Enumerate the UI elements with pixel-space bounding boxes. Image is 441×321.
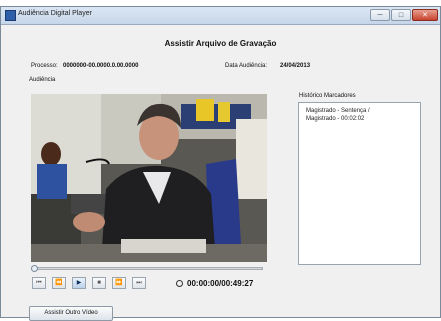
video-scene — [31, 94, 267, 262]
audiencia-label: Audiência — [29, 77, 56, 83]
list-item[interactable]: Magistrado - Sentença / — [306, 108, 370, 114]
play-button[interactable]: ▶ — [72, 277, 86, 289]
seek-thumb[interactable] — [31, 265, 38, 272]
video-frame[interactable] — [31, 94, 267, 262]
historico-list[interactable]: Magistrado - Sentença / Magistrado - 00:… — [298, 102, 421, 265]
list-item[interactable]: Magistrado - 00:02:02 — [306, 116, 364, 122]
data-audiencia-value: 24/04/2013 — [280, 63, 311, 69]
window-title: Audiência Digital Player — [18, 10, 92, 17]
maximize-button[interactable]: □ — [391, 9, 411, 21]
fast-forward-button[interactable]: ⏩ — [112, 277, 126, 289]
data-audiencia-label: Data Audiência: — [225, 63, 268, 69]
skip-start-button[interactable]: ⏮ — [32, 277, 46, 289]
time-display: 00:00:00/00:49:27 — [187, 279, 254, 288]
stop-button[interactable]: ■ — [92, 277, 106, 289]
page-title: Assistir Arquivo de Gravação — [164, 39, 277, 48]
app-icon — [5, 10, 16, 21]
seek-bar[interactable] — [31, 265, 263, 272]
historico-label: Histórico Marcadores — [299, 93, 356, 99]
minimize-button[interactable]: ─ — [370, 9, 390, 21]
processo-value: 0000000-00.0000.0.00.0000 — [63, 63, 139, 69]
close-button[interactable]: ✕ — [412, 9, 438, 21]
processo-label: Processo: — [31, 63, 58, 69]
rewind-button[interactable]: ⏪ — [52, 277, 66, 289]
assistir-outro-video-button[interactable]: Assistir Outro Vídeo — [29, 306, 113, 321]
title-bar[interactable]: Audiência Digital Player ─ □ ✕ — [1, 7, 440, 25]
skip-end-button[interactable]: ⏭ — [132, 277, 146, 289]
clock-icon — [176, 280, 183, 287]
player-window: Audiência Digital Player ─ □ ✕ Assistir … — [0, 6, 441, 321]
